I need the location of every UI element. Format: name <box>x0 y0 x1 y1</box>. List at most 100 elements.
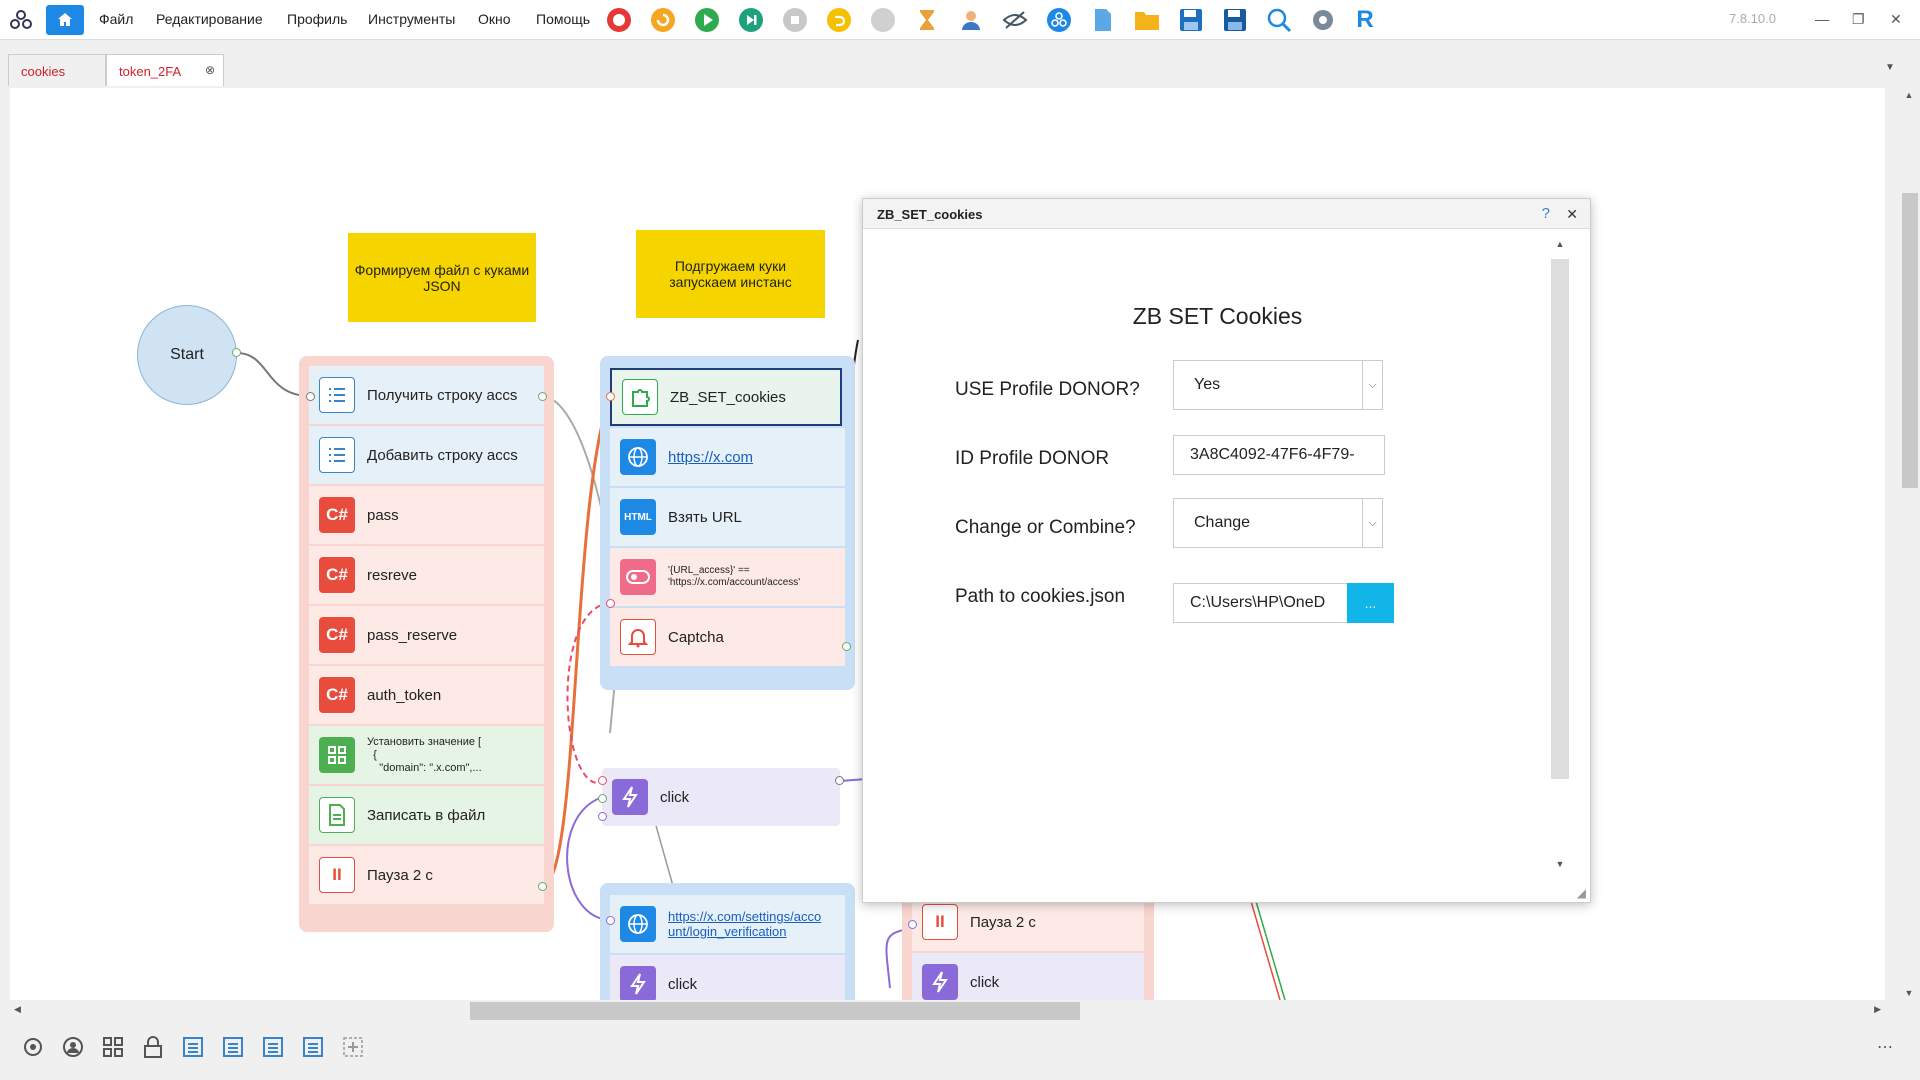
h-scroll-thumb[interactable] <box>470 1002 1080 1020</box>
node-resreve[interactable]: C# resreve <box>309 546 544 604</box>
node-write-file[interactable]: Записать в файл <box>309 786 544 844</box>
hidden-eye-icon[interactable] <box>1000 5 1030 35</box>
folder-icon[interactable] <box>1132 5 1162 35</box>
start-port[interactable] <box>232 348 241 357</box>
gear-icon[interactable] <box>1308 5 1338 35</box>
id-profile-donor-input[interactable]: 3A8C4092-47F6-4F79- <box>1173 435 1385 475</box>
dialog-scrollbar[interactable]: ▲ ▼ <box>1549 239 1571 869</box>
node-get-accs[interactable]: Получить строку accs <box>309 366 544 424</box>
node-zb-set-cookies[interactable]: ZB_SET_cookies <box>610 368 842 426</box>
scroll-up-icon[interactable]: ▲ <box>1898 88 1920 100</box>
menu-file[interactable]: Файл <box>99 11 133 27</box>
cluster-icon[interactable] <box>1044 5 1074 35</box>
node-pass-reserve[interactable]: C# pass_reserve <box>309 606 544 664</box>
new-file-icon[interactable] <box>1088 5 1118 35</box>
node-condition[interactable]: '{URL_access}' == 'https://x.com/account… <box>610 548 845 606</box>
menu-window[interactable]: Окно <box>478 11 511 27</box>
canvas-horizontal-scrollbar[interactable]: ◀ ▶ <box>10 1000 1885 1022</box>
record-icon[interactable] <box>604 5 634 35</box>
save-as-icon[interactable] <box>1220 5 1250 35</box>
menu-edit[interactable]: Редактирование <box>156 11 263 27</box>
chevron-down-icon[interactable]: ⌵ <box>1362 499 1382 547</box>
chevron-down-icon[interactable]: ⌵ <box>1362 361 1382 409</box>
restore-icon[interactable]: ❐ <box>1852 11 1865 28</box>
node-goto-settings[interactable]: https://x.com/settings/account/login_ver… <box>610 895 845 953</box>
node-port[interactable] <box>598 794 607 803</box>
list-view-icon[interactable] <box>300 1034 326 1060</box>
node-port[interactable] <box>598 776 607 785</box>
minimize-icon[interactable]: — <box>1815 11 1829 27</box>
node-click-3[interactable]: click <box>912 953 1144 1000</box>
node-port[interactable] <box>538 392 547 401</box>
grid-icon[interactable] <box>100 1034 126 1060</box>
add-panel-icon[interactable] <box>340 1034 366 1060</box>
group-pause-click[interactable]: II Пауза 2 с click <box>902 893 1154 1000</box>
node-captcha[interactable]: Captcha <box>610 608 845 666</box>
start-node[interactable]: Start <box>137 305 237 405</box>
node-port[interactable] <box>606 599 615 608</box>
step-icon[interactable] <box>736 5 766 35</box>
v-scroll-thumb[interactable] <box>1902 193 1918 488</box>
close-window-icon[interactable]: ✕ <box>1890 11 1902 28</box>
profile-icon[interactable] <box>60 1034 86 1060</box>
zb-set-cookies-dialog[interactable]: ZB_SET_cookies ? ✕ ZB SET Cookies USE Pr… <box>862 198 1591 903</box>
node-port[interactable] <box>606 916 615 925</box>
hourglass-icon[interactable] <box>912 5 942 35</box>
group-settings[interactable]: https://x.com/settings/account/login_ver… <box>600 883 855 1000</box>
node-port[interactable] <box>598 812 607 821</box>
menu-help[interactable]: Помощь <box>536 11 590 27</box>
node-goto-url[interactable]: https://x.com <box>610 428 845 486</box>
tabs-dropdown-icon[interactable]: ▼ <box>1885 62 1895 73</box>
refresh-icon[interactable] <box>648 5 678 35</box>
settings-icon[interactable] <box>20 1034 46 1060</box>
browse-button[interactable]: ... <box>1347 583 1394 623</box>
node-click[interactable]: click <box>602 768 840 826</box>
search-icon[interactable] <box>1264 5 1294 35</box>
node-pass[interactable]: C# pass <box>309 486 544 544</box>
scroll-up-icon[interactable]: ▲ <box>1549 239 1571 249</box>
close-dialog-icon[interactable]: ✕ <box>1566 206 1578 223</box>
r-icon[interactable]: R <box>1350 5 1380 35</box>
node-port[interactable] <box>538 882 547 891</box>
list-view-icon[interactable] <box>180 1034 206 1060</box>
node-get-url[interactable]: HTML Взять URL <box>610 488 845 546</box>
play-icon[interactable] <box>692 5 722 35</box>
tab-close-icon[interactable]: ⊗ <box>205 63 215 77</box>
node-port[interactable] <box>835 776 844 785</box>
help-icon[interactable]: ? <box>1542 205 1550 222</box>
scroll-down-icon[interactable]: ▼ <box>1898 988 1920 998</box>
change-combine-select[interactable]: Change ⌵ <box>1173 498 1383 548</box>
note-json-cookies[interactable]: Формируем файл с куками JSON <box>348 233 536 322</box>
node-add-accs[interactable]: Добавить строку accs <box>309 426 544 484</box>
canvas-vertical-scrollbar[interactable]: ▲ ▼ <box>1898 88 1920 1000</box>
node-port[interactable] <box>908 920 917 929</box>
node-port[interactable] <box>306 392 315 401</box>
scroll-left-icon[interactable]: ◀ <box>14 1004 21 1015</box>
dialog-scroll-thumb[interactable] <box>1551 259 1569 779</box>
node-port[interactable] <box>842 642 851 651</box>
list-view-icon[interactable] <box>260 1034 286 1060</box>
cookies-path-input[interactable]: C:\Users\HP\OneD <box>1173 583 1348 623</box>
menu-profile[interactable]: Профиль <box>287 11 347 27</box>
scroll-down-icon[interactable]: ▼ <box>1549 859 1571 869</box>
tab-cookies[interactable]: cookies <box>8 54 106 86</box>
resize-grip-icon[interactable]: ◢ <box>1577 886 1586 900</box>
group-load-cookies[interactable]: ZB_SET_cookies https://x.com HTML Взять … <box>600 356 855 690</box>
use-profile-donor-select[interactable]: Yes ⌵ <box>1173 360 1383 410</box>
node-auth-token[interactable]: C# auth_token <box>309 666 544 724</box>
more-icon[interactable]: ⋯ <box>1872 1034 1898 1060</box>
note-load-cookies[interactable]: Подгружаем куки запускаем инстанс <box>636 230 825 318</box>
node-pause[interactable]: II Пауза 2 с <box>309 846 544 904</box>
user-icon[interactable] <box>956 5 986 35</box>
stop-icon[interactable] <box>780 5 810 35</box>
tab-token-2fa[interactable]: token_2FA ⊗ <box>106 54 224 86</box>
home-button[interactable] <box>46 5 84 35</box>
scroll-right-icon[interactable]: ▶ <box>1874 1004 1881 1015</box>
app-logo-icon[interactable] <box>6 5 36 35</box>
menu-tools[interactable]: Инструменты <box>368 11 455 27</box>
node-click-2[interactable]: click <box>610 955 845 1000</box>
lock-icon[interactable] <box>140 1034 166 1060</box>
group-cookies-json[interactable]: Получить строку accs Добавить строку acc… <box>299 356 554 932</box>
node-port[interactable] <box>606 392 615 401</box>
undo-icon[interactable] <box>824 5 854 35</box>
